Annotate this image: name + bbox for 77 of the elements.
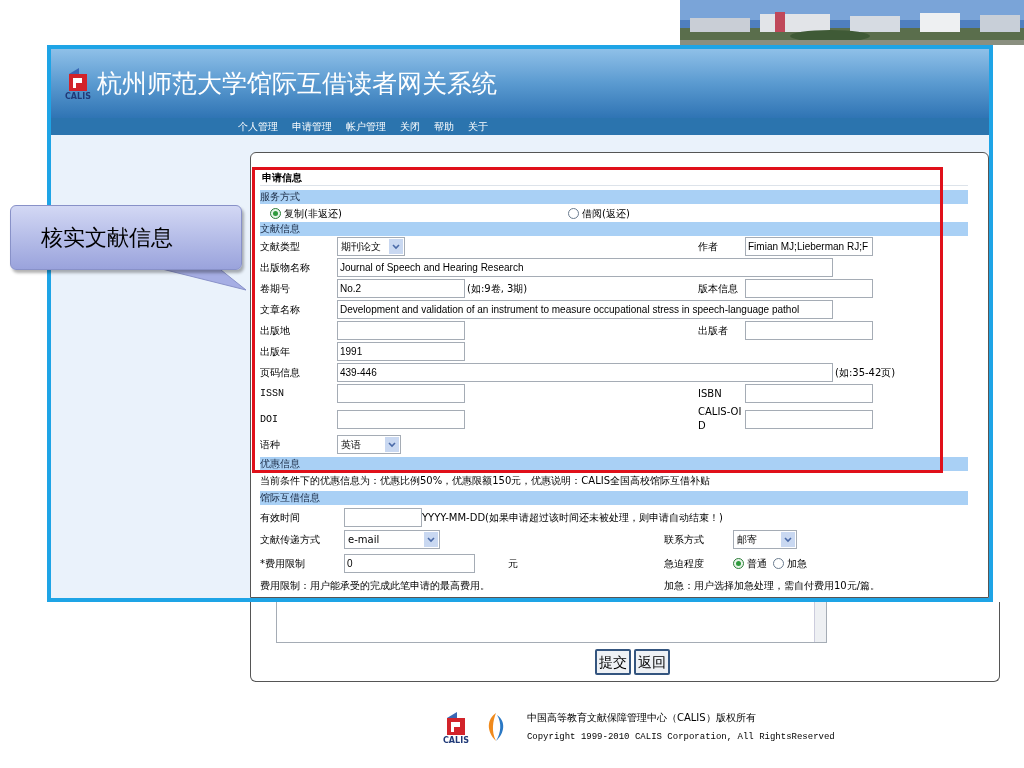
field-hint: (如:35-42页) [835,366,896,380]
section-header: 优惠信息 [260,457,968,471]
input-field[interactable]: No.2 [337,279,465,298]
input-field[interactable] [745,321,873,340]
radio-button[interactable] [773,557,784,569]
field-label: ISBN [698,386,723,401]
nav-link[interactable]: 帐户管理 [346,118,386,135]
input-field[interactable] [337,384,465,403]
radio-button[interactable] [270,207,281,219]
nav-link[interactable]: 申请管理 [292,118,332,135]
field-label: *费用限制 [260,556,306,571]
logo-label: CALIS [443,736,469,745]
copyright-text: Copyright 1999-2010 CALIS Corporation, All RightsReserved [526,731,835,745]
unit-label: 元 [507,556,519,571]
select-field[interactable]: 期刊论文 [337,237,405,256]
field-label: 急迫程度 [664,556,705,571]
logo-icon [444,710,467,736]
nav-link[interactable]: 关于 [468,118,488,135]
scrollbar[interactable] [814,602,826,642]
logo-icon [66,66,89,92]
field-hint: (如:9卷, 3期) [467,282,528,296]
discount-text: 当前条件下的优惠信息为：优惠比例50%，优惠限额150元，优惠说明：CALIS全国高校馆际互借补贴 [260,474,711,488]
form-button[interactable]: 返回 [634,649,670,675]
section-header: 文献信息 [260,222,968,236]
form-button[interactable]: 提交 [595,649,631,675]
nav-link[interactable]: 个人管理 [238,118,278,135]
field-label: 出版年 [260,345,291,359]
input-field[interactable]: Journal of Speech and Hearing Research [337,258,833,277]
field-label: 版本信息 [698,281,739,296]
field-label: 出版者 [698,323,729,338]
radio-button[interactable] [733,557,744,569]
select-field[interactable]: 邮寄 [733,530,797,549]
radio-button[interactable] [568,207,579,219]
input-field[interactable] [344,507,422,527]
field-label: 作者 [698,239,719,254]
input-field[interactable] [337,321,465,340]
form-title: 申请信息 [260,171,968,186]
note-text: 加急：用户选择加急处理，需自付费用10元/篇。 [664,578,881,593]
field-label: 语种 [260,438,281,452]
callout: 核实文献信息 [10,205,242,270]
input-field[interactable] [337,409,465,429]
section-header: 馆际互借信息 [260,491,968,505]
select-field[interactable]: e-mail [344,530,440,549]
field-label: 文献类型 [260,240,301,254]
radio-label: 借阅(返还) [582,206,630,221]
radio-label: 普通 [747,556,767,571]
field-label: DOI [260,412,279,427]
input-field[interactable] [745,384,873,403]
field-label: 文章名称 [260,303,301,317]
input-field[interactable]: Development and validation of an instrument to measure occupational stress in speech-language pathol [337,300,833,319]
field-label: 出版地 [260,324,291,338]
select-field[interactable]: 英语 [337,435,401,454]
site-title: 杭州师范大学馆际互借读者网关系统 [96,67,497,100]
field-label: ISSN [260,387,285,401]
note-text: 费用限制：用户能承受的完成此笔申请的最高费用。 [260,578,491,593]
field-label: 联系方式 [664,533,705,547]
input-field[interactable] [745,279,873,298]
radio-label: 加急 [787,556,807,571]
field-hint: YYYY-MM-DD(如果申请超过该时间还未被处理，则申请自动结束！) [422,510,723,525]
field-label: CALIS-OID [698,405,743,433]
input-field[interactable]: Fimian MJ;Lieberman RJ;F [745,237,873,256]
field-label: 文献传递方式 [260,533,321,547]
text-area[interactable] [276,602,827,643]
logo-label: CALIS [65,92,91,101]
field-label: 出版物名称 [260,261,311,275]
radio-label: 复制(非返还) [284,206,342,221]
input-field[interactable]: 0 [344,553,475,573]
copyright-text: 中国高等教育文献保障管理中心（CALIS）版权所有 [526,711,757,726]
field-label: 有效时间 [260,510,301,525]
field-label: 页码信息 [260,366,301,380]
input-field[interactable] [745,409,873,429]
field-label: 卷期号 [260,282,291,296]
section-header: 服务方式 [260,190,968,204]
input-field[interactable]: 439-446 [337,363,833,382]
input-field[interactable]: 1991 [337,342,465,361]
nav-link[interactable]: 帮助 [434,118,454,135]
nav-link[interactable]: 关闭 [400,118,420,135]
